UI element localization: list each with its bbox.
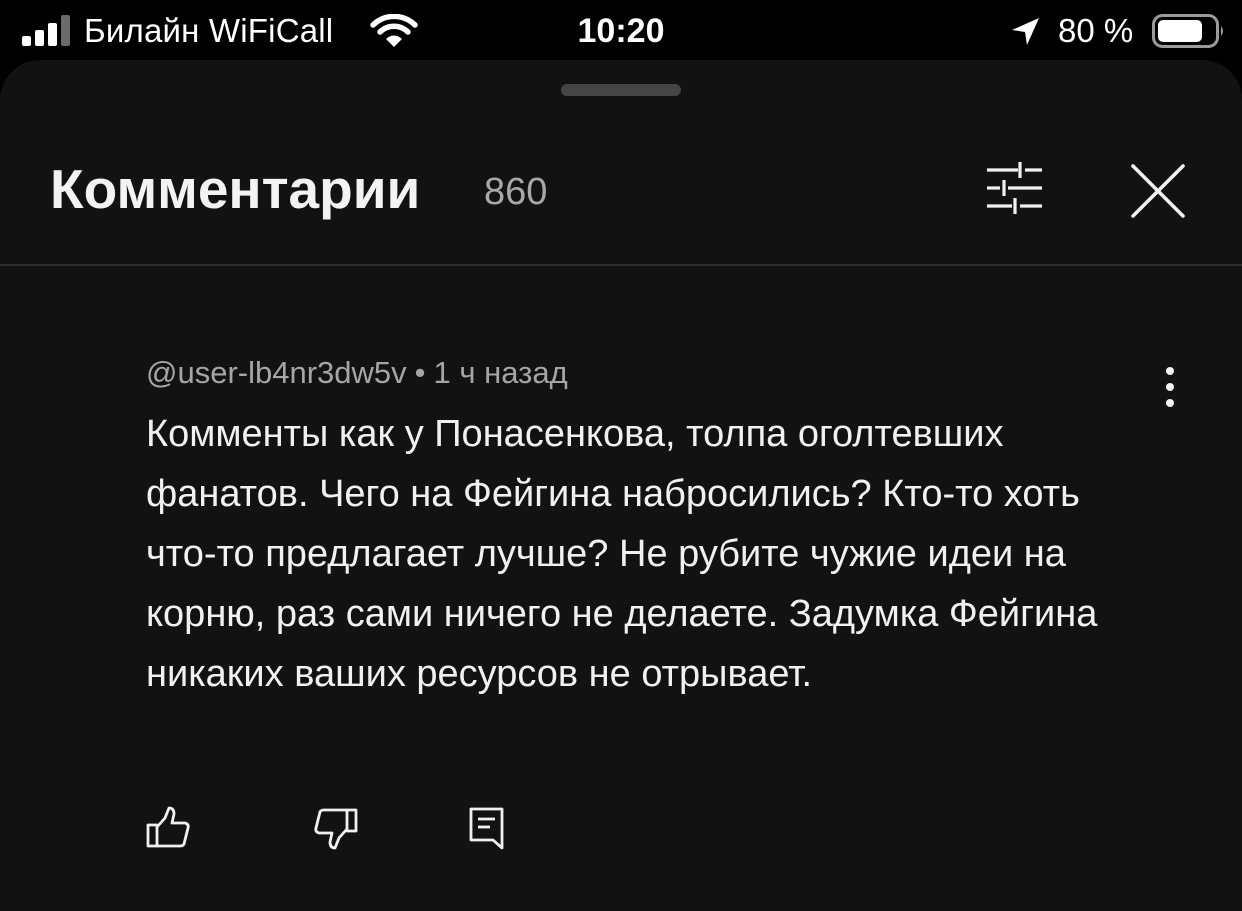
status-bar: Билайн WiFiCall 10:20 80 % — [0, 0, 1242, 64]
comment-more-button[interactable] — [1150, 362, 1190, 412]
phone-screen: Билайн WiFiCall 10:20 80 % Комментарии 8… — [0, 0, 1242, 911]
close-icon — [1131, 164, 1185, 218]
meta-separator: • — [414, 355, 426, 390]
thumbs-up-icon — [146, 806, 190, 848]
comments-sheet: Комментарии 860 @user-lb4nr3dw5v • 1 ч н… — [0, 60, 1242, 911]
location-arrow-icon — [1012, 18, 1039, 45]
comments-count: 860 — [484, 171, 548, 213]
more-vertical-icon — [1166, 367, 1174, 407]
comment-meta: @user-lb4nr3dw5v • 1 ч назад — [146, 355, 568, 391]
comment-text: Комменты как у Понасенкова, толпа оголте… — [146, 413, 1098, 695]
close-button[interactable] — [1126, 160, 1190, 222]
comments-title: Комментарии — [50, 158, 421, 220]
comment-author[interactable]: @user-lb4nr3dw5v — [146, 355, 407, 390]
sliders-icon — [987, 162, 1042, 214]
header-divider — [0, 264, 1242, 266]
comment-time: 1 ч назад — [433, 355, 568, 390]
thumbs-down-icon — [314, 808, 358, 850]
sheet-drag-handle[interactable] — [561, 84, 681, 96]
dislike-button[interactable] — [311, 803, 361, 853]
like-button[interactable] — [143, 803, 193, 853]
clock: 10:20 — [577, 12, 665, 50]
sort-filter-button[interactable] — [980, 158, 1046, 218]
reply-comment-icon — [469, 807, 504, 850]
battery-percentage: 80 % — [1058, 12, 1134, 49]
battery-icon — [1152, 14, 1223, 48]
reply-button[interactable] — [464, 803, 514, 853]
